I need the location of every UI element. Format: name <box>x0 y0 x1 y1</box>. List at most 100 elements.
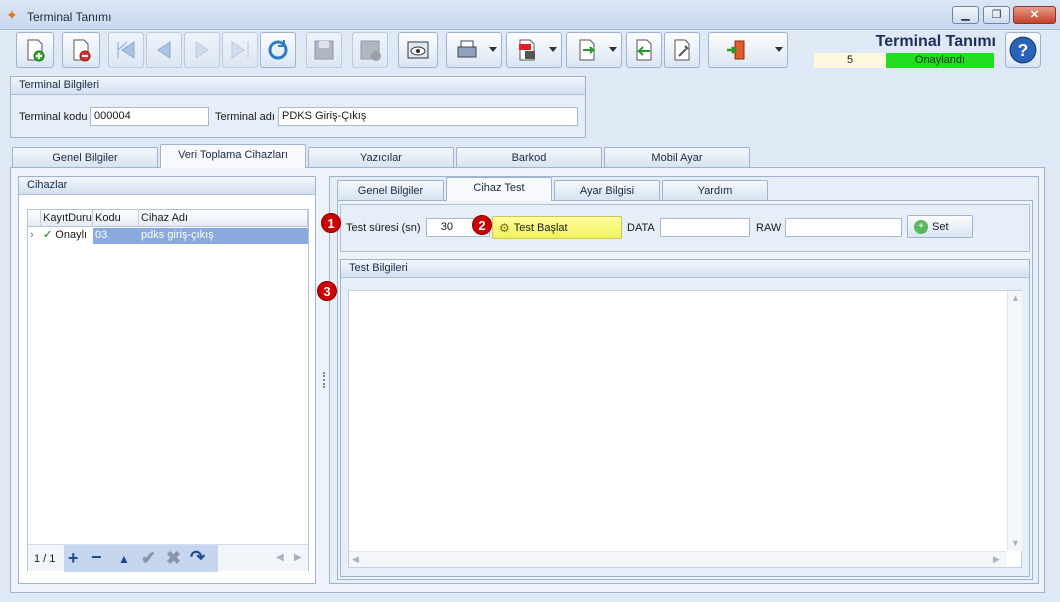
new-record-icon <box>27 39 45 62</box>
grid-navigator: 1 / 1 + − ▲ ✔ ✖ ↷ ◀ ▶ <box>28 544 308 572</box>
raw-input[interactable] <box>785 218 902 237</box>
scroll-right-icon[interactable]: ▶ <box>294 552 302 563</box>
window-title: Terminal Tanımı <box>27 10 112 24</box>
tab-printers[interactable]: Yazıcılar <box>308 147 454 168</box>
set-button[interactable]: + Set <box>907 215 973 238</box>
tab-mobile-settings[interactable]: Mobil Ayar <box>604 147 750 168</box>
add-row-icon[interactable]: + <box>68 549 79 567</box>
minimize-button[interactable]: ▁ <box>952 6 979 24</box>
exit-button[interactable] <box>708 32 788 68</box>
row-selected-icon: › <box>28 228 41 244</box>
test-duration-label: Test süresi (sn) <box>346 222 421 234</box>
devices-grid-header: KayıtDurumu Kodu Cihaz Adı <box>28 210 308 227</box>
start-test-button[interactable]: ⚙ Test Başlat <box>492 216 622 239</box>
export-button[interactable] <box>566 32 622 68</box>
scroll-left-icon[interactable]: ◀ <box>276 552 284 563</box>
tab-data-collection-devices[interactable]: Veri Toplama Cihazları <box>160 144 306 168</box>
data-input[interactable] <box>660 218 750 237</box>
new-record-button[interactable] <box>16 32 54 68</box>
subtab-general-info[interactable]: Genel Bilgiler <box>337 180 444 201</box>
svg-text:?: ? <box>1018 40 1029 60</box>
scroll-left-icon[interactable]: ◀ <box>352 554 359 565</box>
remove-row-icon[interactable]: − <box>91 548 102 566</box>
print-button[interactable] <box>446 32 502 68</box>
terminal-info-header: Terminal Bilgileri <box>11 77 585 95</box>
maximize-button[interactable]: ❐ <box>983 6 1010 24</box>
terminal-info-group: Terminal Bilgileri Terminal kodu 000004 … <box>10 76 586 138</box>
save-close-button[interactable] <box>352 32 388 68</box>
last-record-icon <box>231 41 249 59</box>
terminal-name-input[interactable]: PDKS Giriş-Çıkış <box>278 107 578 126</box>
last-record-button[interactable] <box>222 32 258 68</box>
subtab-device-test[interactable]: Cihaz Test <box>446 177 552 201</box>
redo-icon[interactable]: ↷ <box>190 548 205 566</box>
tab-barcode[interactable]: Barkod <box>456 147 602 168</box>
pager-text: 1 / 1 <box>34 553 56 565</box>
previous-record-icon <box>157 41 171 59</box>
navigator-bar: + − ▲ ✔ ✖ ↷ <box>64 545 218 572</box>
help-icon: ? <box>1009 36 1037 64</box>
first-record-button[interactable] <box>108 32 144 68</box>
terminal-code-input[interactable]: 000004 <box>90 107 209 126</box>
status-badge: Onaylandı <box>886 53 994 68</box>
raw-label: RAW <box>756 222 782 234</box>
row-indicator-header <box>28 210 41 227</box>
row-code-cell: 03 <box>95 229 108 241</box>
vertical-scrollbar[interactable]: ▲ ▼ <box>1007 291 1022 551</box>
refresh-button[interactable] <box>260 32 296 68</box>
record-count: 5 <box>814 53 886 68</box>
settings-icon <box>674 39 690 61</box>
subtab-settings-info[interactable]: Ayar Bilgisi <box>554 180 660 201</box>
terminal-code-label: Terminal kodu <box>19 111 88 123</box>
close-button[interactable]: ✕ <box>1013 6 1056 24</box>
devices-header: Cihazlar <box>19 177 315 195</box>
splitter-handle[interactable] <box>321 176 327 584</box>
scroll-up-icon[interactable]: ▲ <box>1011 293 1020 303</box>
table-row[interactable]: › ✓ Onaylı 03 pdks giriş-çıkış <box>28 228 308 244</box>
import-button[interactable] <box>626 32 662 68</box>
previous-record-button[interactable] <box>146 32 182 68</box>
column-header-code[interactable]: Kodu <box>93 210 139 227</box>
test-start-icon: ⚙ <box>499 220 510 235</box>
scroll-down-icon[interactable]: ▼ <box>1011 538 1020 548</box>
pdf-export-button[interactable] <box>506 32 562 68</box>
subtab-help[interactable]: Yardım <box>662 180 768 201</box>
help-button[interactable]: ? <box>1005 32 1041 68</box>
export-dropdown-icon <box>609 47 617 52</box>
delete-record-button[interactable] <box>62 32 100 68</box>
marker-1: 1 <box>321 213 341 233</box>
delete-record-icon <box>73 39 91 62</box>
title-bar: ✦ Terminal Tanımı ▁ ❐ ✕ <box>0 0 1060 30</box>
refresh-icon <box>268 40 288 60</box>
import-icon <box>636 39 652 61</box>
scroll-right-icon[interactable]: ▶ <box>993 554 1000 565</box>
move-up-icon[interactable]: ▲ <box>118 550 130 568</box>
pdf-dropdown-icon <box>549 47 557 52</box>
exit-dropdown-icon <box>775 47 783 52</box>
column-header-status[interactable]: KayıtDurumu <box>41 210 93 227</box>
next-record-button[interactable] <box>184 32 220 68</box>
tab-general-info[interactable]: Genel Bilgiler <box>12 147 158 168</box>
maximize-icon: ❐ <box>991 9 1002 21</box>
test-info-output[interactable]: ▲ ▼ ◀ ▶ <box>348 290 1022 568</box>
save-close-icon <box>360 40 381 61</box>
settings-button[interactable] <box>664 32 700 68</box>
confirm-icon[interactable]: ✔ <box>141 549 156 567</box>
form-title: Terminal Tanımı <box>875 33 996 50</box>
export-icon <box>579 39 596 61</box>
save-button[interactable] <box>306 32 342 68</box>
close-icon: ✕ <box>1029 9 1040 21</box>
first-record-icon <box>117 41 135 59</box>
column-header-device-name[interactable]: Cihaz Adı <box>139 210 308 227</box>
row-status-cell: ✓ Onaylı <box>41 228 93 244</box>
test-info-header: Test Bilgileri <box>341 260 1029 278</box>
print-icon <box>457 40 477 58</box>
minimize-icon: ▁ <box>961 9 970 21</box>
exit-icon <box>727 40 745 60</box>
pdf-export-icon <box>519 39 535 61</box>
cancel-icon[interactable]: ✖ <box>166 549 181 567</box>
next-record-icon <box>195 41 209 59</box>
marker-2: 2 <box>472 215 492 235</box>
preview-button[interactable] <box>398 32 438 68</box>
horizontal-scrollbar[interactable]: ◀ ▶ <box>349 551 1007 567</box>
